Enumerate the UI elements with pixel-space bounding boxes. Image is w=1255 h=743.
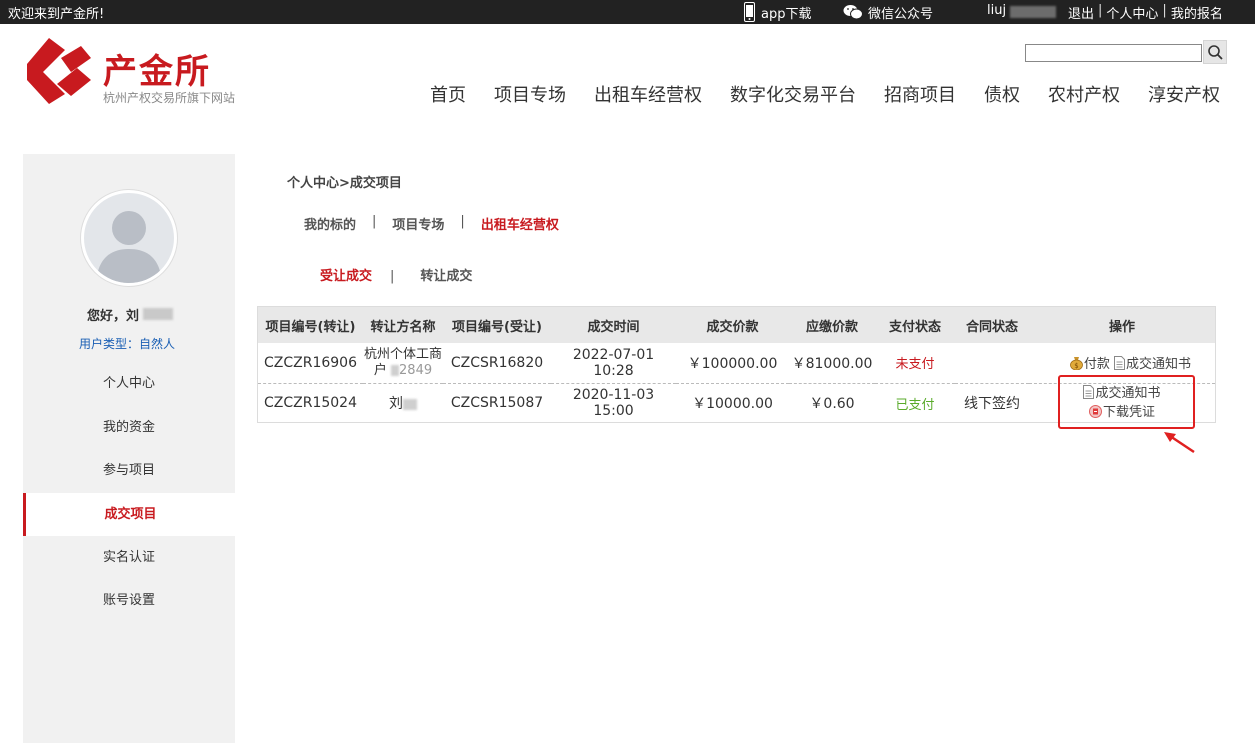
transferor-name: 刘 (389, 396, 403, 413)
welcome-text: 欢迎来到产金所! (8, 7, 105, 22)
nav-home[interactable]: 首页 (430, 81, 466, 107)
sidebar-item-real-name[interactable]: 实名认证 (23, 536, 235, 579)
separator: | (372, 214, 377, 229)
separator: | (390, 269, 395, 284)
col-receive-no: 项目编号(受让) (452, 319, 542, 335)
sidebar-item-joined-projects[interactable]: 参与项目 (23, 449, 235, 492)
col-transferor: 转让方名称 (370, 319, 436, 335)
nav-investment-projects[interactable]: 招商项目 (884, 81, 956, 107)
transferor-tail: 2849 (399, 362, 433, 378)
table-header-row: 项目编号(转让) 转让方名称 项目编号(受让) 成交时间 成交价款 应缴价款 支… (258, 307, 1215, 343)
nav-taxi-rights[interactable]: 出租车经营权 (594, 81, 702, 107)
cell-transfer-no: CZCZR16906 (264, 354, 357, 371)
cell-due-amount: ￥81000.00 (791, 355, 873, 372)
cell-pay-status: 已支付 (895, 397, 935, 413)
cell-receive-no: CZCSR16820 (450, 354, 544, 371)
app-download-link[interactable]: app下载 (744, 1, 811, 23)
cell-transfer-no: CZCZR15024 (264, 395, 357, 412)
tab-my-targets[interactable]: 我的标的 (304, 214, 356, 233)
logout-link[interactable]: 退出 (1068, 3, 1094, 22)
cell-contract-status: 线下签约 (964, 396, 1020, 413)
username: liuj (987, 3, 1007, 18)
cell-contract-status (955, 343, 1029, 383)
pay-button[interactable]: $ 付款 (1069, 357, 1114, 373)
deal-notice-button[interactable]: 成交通知书 (1113, 356, 1191, 373)
wechat-link[interactable]: 微信公众号 (843, 1, 933, 23)
col-due-amount: 应缴价款 (805, 319, 858, 335)
breadcrumb: 个人中心>成交项目 (287, 176, 402, 191)
cell-receive-no: CZCSR15087 (450, 395, 544, 412)
top-bar: 欢迎来到产金所! app下载 微信公众号 liuj 退出 | 个人中心 | 我的… (0, 0, 1255, 24)
tab-project-sessions[interactable]: 项目专场 (392, 214, 444, 233)
deal-notice-label: 成交通知书 (1125, 357, 1191, 373)
user-silhouette-icon (96, 211, 162, 283)
redacted-text (391, 364, 400, 376)
tab-received-deals[interactable]: 受让成交 (320, 269, 372, 284)
nav-rural-property[interactable]: 农村产权 (1048, 81, 1120, 107)
user-type: 用户类型：自然人 (79, 337, 176, 351)
svg-text:$: $ (1074, 362, 1078, 370)
nav-project-sessions[interactable]: 项目专场 (494, 81, 566, 107)
cell-deal-time: 2022-07-01 10:28 (572, 346, 655, 379)
sidebar-item-account-settings[interactable]: 账号设置 (23, 579, 235, 622)
personal-center-link[interactable]: 个人中心 (1106, 3, 1158, 22)
brand-logo-icon[interactable] (27, 38, 91, 104)
separator: | (1162, 3, 1167, 18)
separator: | (460, 214, 465, 229)
cell-transferor: 刘 (363, 383, 443, 423)
highlight-box (1058, 375, 1195, 429)
deal-type-tabs: 受让成交 | 转让成交 (320, 265, 472, 284)
search-button[interactable] (1203, 40, 1227, 64)
search-input[interactable] (1025, 44, 1202, 62)
cell-deal-price: ￥10000.00 (692, 396, 773, 413)
nav-chunan-property[interactable]: 淳安产权 (1148, 81, 1220, 107)
app-download-label: app下载 (761, 6, 812, 22)
cell-deal-time: 2020-11-03 15:00 (572, 387, 655, 420)
cell-due-amount: ￥0.60 (809, 396, 855, 413)
avatar (81, 190, 177, 286)
transferor-line2: 户 (373, 362, 387, 378)
money-bag-icon: $ (1069, 357, 1083, 371)
cell-transferor: 杭州个体工商 户 2849 (363, 343, 443, 383)
separator: | (1098, 3, 1103, 18)
col-contract-status: 合同状态 (965, 319, 1018, 335)
brand-name: 产金所 (103, 52, 211, 92)
document-icon (1113, 356, 1125, 371)
cell-pay-status: 未支付 (895, 357, 935, 373)
tab-taxi-rights[interactable]: 出租车经营权 (481, 214, 559, 233)
sidebar: 您好，刘 用户类型：自然人 个人中心 我的资金 参与项目 成交项目 实名认证 账… (23, 154, 235, 743)
my-signup-link[interactable]: 我的报名 (1171, 3, 1223, 22)
category-tabs: 我的标的 | 项目专场 | 出租车经营权 (304, 214, 559, 233)
greeting-name-redacted (143, 308, 173, 320)
redacted-text (403, 398, 417, 410)
tab-transferred-deals[interactable]: 转让成交 (420, 269, 472, 284)
annotation-arrow-icon (1164, 432, 1195, 454)
brand-subtitle: 杭州产权交易所旗下网站 (103, 91, 236, 105)
username-redacted (1010, 6, 1056, 18)
col-deal-time: 成交时间 (587, 319, 640, 335)
col-pay-status: 支付状态 (888, 319, 941, 335)
cell-deal-price: ￥100000.00 (687, 355, 778, 372)
nav-digital-platform[interactable]: 数字化交易平台 (730, 81, 856, 107)
wechat-icon (843, 5, 863, 20)
wechat-label: 微信公众号 (868, 6, 934, 22)
nav-debt[interactable]: 债权 (984, 81, 1020, 107)
transferor-line1: 杭州个体工商 (363, 346, 442, 362)
sidebar-item-deal-projects[interactable]: 成交项目 (23, 493, 235, 536)
pay-label: 付款 (1083, 357, 1110, 373)
greeting: 您好，刘 (87, 309, 140, 324)
sidebar-item-personal-center[interactable]: 个人中心 (23, 362, 235, 405)
user-links: 退出 | 个人中心 | 我的报名 (1068, 3, 1223, 22)
col-transfer-no: 项目编号(转让) (265, 319, 356, 335)
col-operations: 操作 (1108, 319, 1135, 335)
col-deal-price: 成交价款 (706, 319, 759, 335)
sidebar-item-my-funds[interactable]: 我的资金 (23, 406, 235, 449)
phone-icon (744, 2, 755, 22)
search-icon (1207, 44, 1223, 60)
